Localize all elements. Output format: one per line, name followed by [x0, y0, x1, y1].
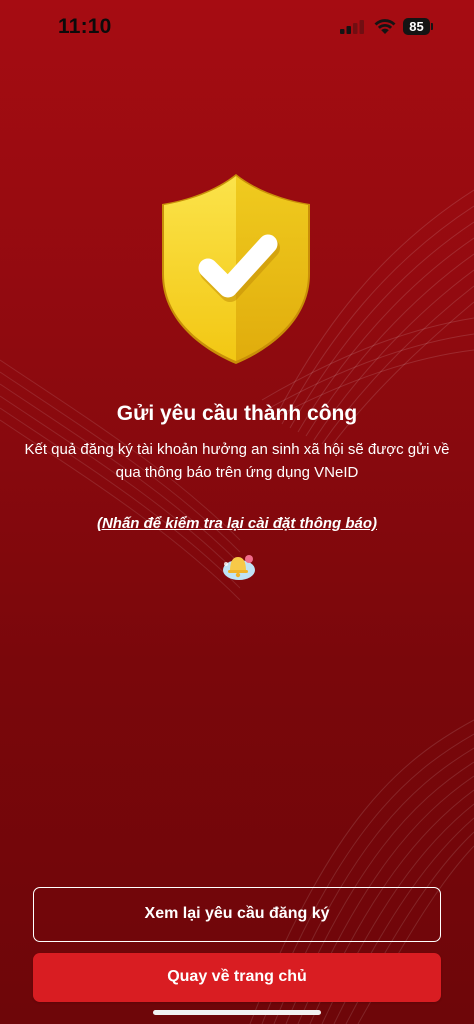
wifi-icon — [374, 19, 396, 34]
review-request-button[interactable]: Xem lại yêu cầu đăng ký — [33, 887, 441, 942]
status-bar: 11:10 85 — [0, 0, 474, 56]
success-description: Kết quả đăng ký tài khoản hưởng an sinh … — [24, 441, 450, 481]
battery-icon: 85 — [403, 18, 430, 35]
status-time: 11:10 — [58, 15, 112, 38]
signal-icon — [340, 20, 364, 34]
battery-level: 85 — [409, 19, 424, 34]
battery-cap — [431, 23, 433, 30]
back-to-home-button[interactable]: Quay về trang chủ — [33, 953, 441, 1002]
success-title: Gửi yêu cầu thành công — [116, 402, 358, 425]
check-notification-settings-link[interactable]: (Nhấn để kiểm tra lại cài đặt thông báo) — [0, 515, 474, 532]
shield-check-icon — [162, 174, 310, 364]
home-indicator[interactable] — [153, 1010, 321, 1015]
notification-bell-icon — [223, 555, 255, 580]
background-wave-pattern — [0, 189, 474, 1024]
